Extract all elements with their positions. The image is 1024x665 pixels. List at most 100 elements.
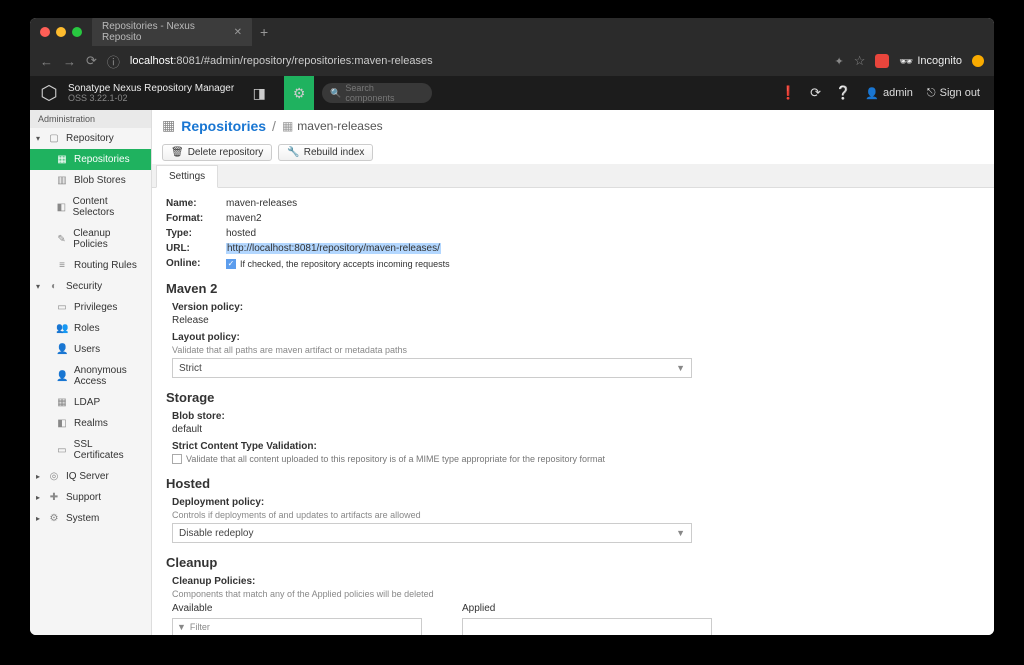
sidebar-item-routing-rules[interactable]: ≡Routing Rules: [30, 255, 151, 276]
sidebar-group-system[interactable]: ▸⚙System: [30, 508, 151, 529]
cleanup-policies-label: Cleanup Policies:: [166, 576, 980, 587]
minimize-window[interactable]: [56, 27, 66, 37]
strict-validation-hint: Validate that all content uploaded to th…: [186, 454, 605, 464]
close-window[interactable]: [40, 27, 50, 37]
alert-icon[interactable]: ❗: [780, 85, 796, 101]
applied-column: Applied: [462, 603, 712, 635]
browser-url-bar: ← → ⟳ ⓘ localhost:8081/#admin/repository…: [30, 46, 994, 76]
forward-icon[interactable]: →: [63, 54, 76, 69]
sidebar-item-ssl-certificates[interactable]: ▭SSL Certificates: [30, 434, 151, 466]
type-value: hosted: [226, 228, 980, 239]
layout-hint: Validate that all paths are maven artifa…: [166, 345, 980, 355]
sidebar-item-roles[interactable]: 👥Roles: [30, 318, 151, 339]
help-icon[interactable]: ❔: [835, 85, 851, 101]
filter-input[interactable]: ▼ Filter: [172, 618, 422, 635]
refresh-icon[interactable]: ⟳: [810, 85, 821, 101]
breadcrumb: ▦ Repositories / ▦ maven-releases: [152, 110, 994, 141]
sidebar-section-admin: Administration: [30, 110, 151, 128]
deployment-policy-select[interactable]: Disable redeploy ▼: [172, 523, 692, 543]
sidebar-item-ldap[interactable]: ▦LDAP: [30, 392, 151, 413]
deployment-value: Disable redeploy: [179, 528, 254, 539]
sidebar-group-iq-server[interactable]: ▸◎IQ Server: [30, 466, 151, 487]
delete-repository-button[interactable]: 🗑 Delete repository: [162, 144, 272, 161]
app-version: OSS 3.22.1-02: [68, 94, 234, 104]
cleanup-hint: Components that match any of the Applied…: [166, 589, 980, 599]
tab-settings[interactable]: Settings: [156, 165, 218, 188]
browse-mode-button[interactable]: ◨: [244, 76, 274, 110]
profile-avatar[interactable]: [972, 55, 984, 67]
filter-icon: ▼: [177, 622, 186, 632]
deployment-policy-label: Deployment policy:: [166, 497, 980, 508]
details-grid: Name: maven-releases Format: maven2 Type…: [166, 198, 980, 269]
bookmark-icon[interactable]: ☆: [854, 53, 866, 69]
layout-policy-label: Layout policy:: [166, 332, 980, 343]
user-icon: 👤: [865, 87, 879, 100]
sidebar-group-support[interactable]: ▸✚Support: [30, 487, 151, 508]
signout-icon: ⎋: [927, 87, 936, 100]
sidebar-group-repository[interactable]: ▾▢Repository: [30, 128, 151, 149]
name-value: maven-releases: [226, 198, 980, 209]
trash-icon: 🗑: [171, 147, 184, 158]
gear-icon: ⚙: [293, 85, 306, 102]
close-tab-icon[interactable]: ✕: [234, 27, 242, 38]
url-value[interactable]: http://localhost:8081/repository/maven-r…: [226, 243, 980, 254]
breadcrumb-primary[interactable]: Repositories: [181, 118, 266, 134]
site-info-icon[interactable]: ⓘ: [107, 52, 120, 71]
extensions-icon[interactable]: ✦: [835, 55, 844, 68]
signout-label: Sign out: [940, 87, 980, 99]
chevron-down-icon: ▼: [676, 363, 685, 373]
content-area: ▦ Repositories / ▦ maven-releases 🗑 Dele…: [152, 110, 994, 635]
app-title-text: Sonatype Nexus Repository Manager: [68, 83, 234, 94]
format-value: maven2: [226, 213, 980, 224]
maximize-window[interactable]: [72, 27, 82, 37]
user-label: admin: [883, 87, 913, 99]
type-label: Type:: [166, 228, 226, 239]
user-menu[interactable]: 👤 admin: [865, 87, 913, 100]
filter-placeholder: Filter: [190, 622, 210, 632]
sidebar-item-privileges[interactable]: ▭Privileges: [30, 297, 151, 318]
tabs: Settings: [152, 164, 994, 188]
breadcrumb-leaf: ▦ maven-releases: [282, 119, 383, 133]
new-tab-button[interactable]: +: [260, 24, 268, 40]
admin-mode-button[interactable]: ⚙: [284, 76, 314, 110]
sidebar-item-users[interactable]: 👤Users: [30, 339, 151, 360]
rebuild-label: Rebuild index: [304, 147, 365, 158]
sidebar-item-anonymous-access[interactable]: 👤Anonymous Access: [30, 360, 151, 392]
incognito-icon: 🕶: [899, 55, 913, 68]
layout-policy-select[interactable]: Strict ▼: [172, 358, 692, 378]
sidebar-item-cleanup-policies[interactable]: ✎Cleanup Policies: [30, 223, 151, 255]
sidebar-group-security[interactable]: ▾◐Security: [30, 276, 151, 297]
online-label: Online:: [166, 258, 226, 269]
name-label: Name:: [166, 198, 226, 209]
applied-list[interactable]: [462, 618, 712, 635]
search-input[interactable]: 🔍 Search components: [322, 83, 432, 103]
sidebar: Administration ▾▢Repository▦Repositories…: [30, 110, 152, 635]
delete-label: Delete repository: [188, 147, 264, 158]
repo-icon: ▦: [282, 119, 293, 133]
sidebar-item-realms[interactable]: ◧Realms: [30, 413, 151, 434]
nexus-logo-icon: [36, 80, 62, 106]
version-policy-label: Version policy:: [166, 302, 980, 313]
hosted-heading: Hosted: [166, 476, 980, 491]
url-display[interactable]: localhost:8081/#admin/repository/reposit…: [130, 55, 433, 67]
storage-heading: Storage: [166, 390, 980, 405]
extension-badge[interactable]: [875, 54, 889, 68]
browser-tab[interactable]: Repositories - Nexus Reposito ✕: [92, 18, 252, 48]
sidebar-item-blob-stores[interactable]: ▥Blob Stores: [30, 170, 151, 191]
strict-validation-checkbox[interactable]: [172, 454, 182, 464]
online-checkbox[interactable]: ✓: [226, 259, 236, 269]
available-column: Available ▼ Filter: [172, 603, 422, 635]
layout-value: Strict: [179, 363, 202, 374]
sidebar-item-repositories[interactable]: ▦Repositories: [30, 149, 151, 170]
strict-validation-row: Validate that all content uploaded to th…: [166, 454, 980, 464]
back-icon[interactable]: ←: [40, 54, 53, 69]
deployment-policy-hint: Controls if deployments of and updates t…: [166, 510, 980, 520]
rebuild-index-button[interactable]: 🔧 Rebuild index: [278, 144, 373, 161]
cleanup-heading: Cleanup: [166, 555, 980, 570]
strict-validation-label: Strict Content Type Validation:: [166, 441, 980, 452]
reload-icon[interactable]: ⟳: [86, 53, 97, 69]
applied-label: Applied: [462, 603, 712, 614]
signout-button[interactable]: ⎋ Sign out: [927, 87, 980, 100]
sidebar-item-content-selectors[interactable]: ◧Content Selectors: [30, 191, 151, 223]
app-header: Sonatype Nexus Repository Manager OSS 3.…: [30, 76, 994, 110]
